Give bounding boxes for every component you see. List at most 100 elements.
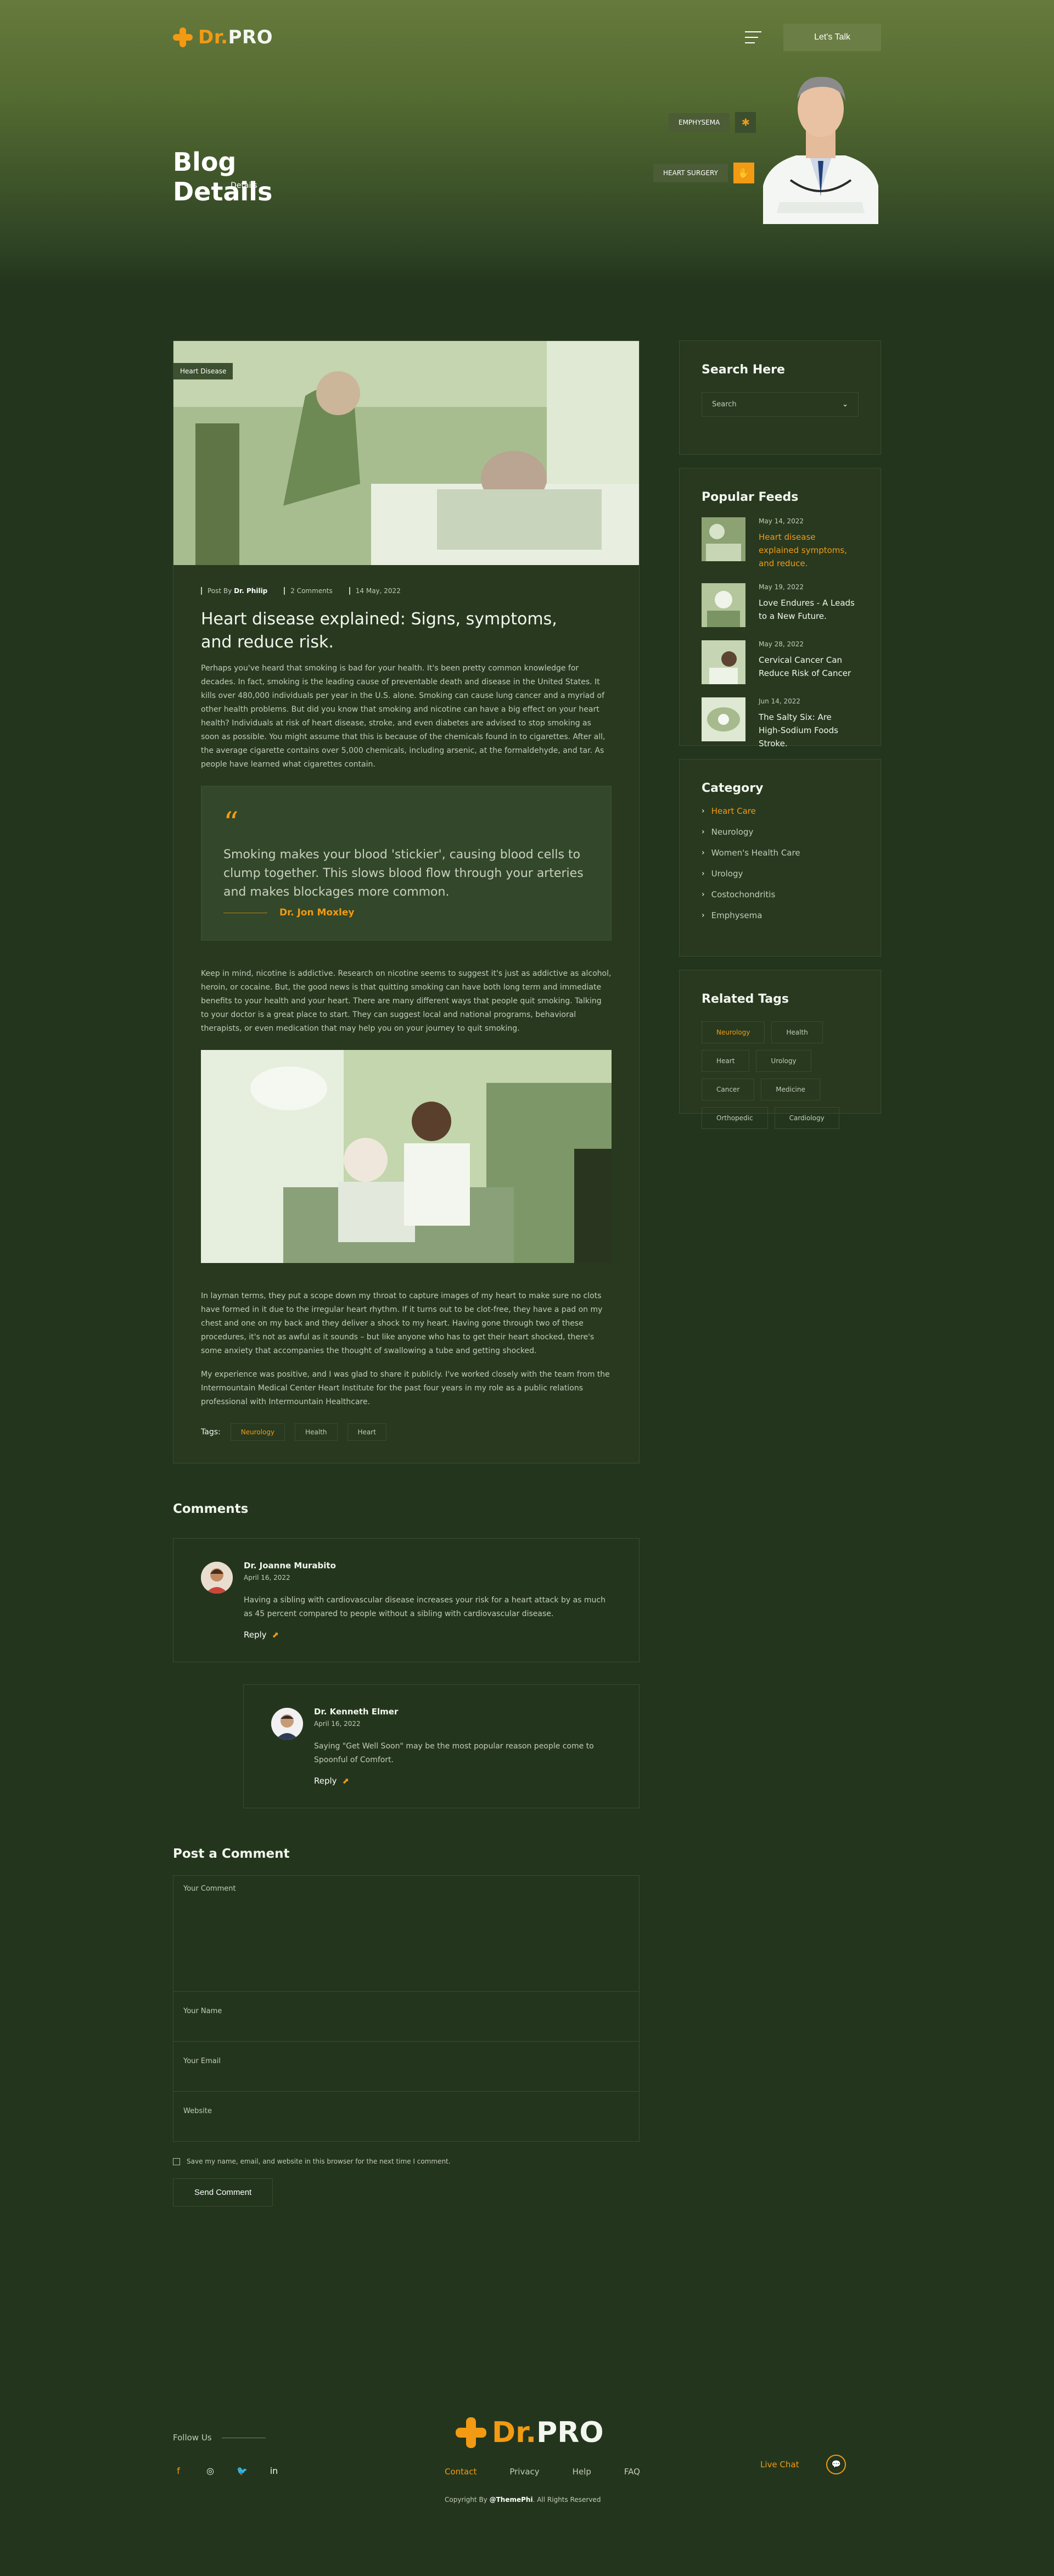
reply-button[interactable]: Reply ⬈ [244, 1630, 612, 1640]
copyright: Copyright By @ThemePhi. All Rights Reser… [445, 2496, 601, 2504]
category-item[interactable]: › Emphysema [702, 910, 859, 920]
search-title: Search Here [702, 363, 785, 377]
related-tags-title: Related Tags [702, 992, 789, 1006]
lets-talk-button[interactable]: Let's Talk [783, 24, 881, 51]
footer-link-help[interactable]: Help [573, 2467, 608, 2477]
tag-chip[interactable]: Orthopedic [702, 1107, 768, 1129]
category-item[interactable]: › Heart Care [702, 806, 859, 816]
save-info-row: Save my name, email, and website in this… [173, 2158, 640, 2165]
post-date: 14 May, 2022 [349, 587, 401, 595]
comment-date: April 16, 2022 [314, 1720, 361, 1728]
nurse-patient-image [173, 341, 639, 565]
quote-text: Smoking makes your blood 'stickier', cau… [223, 848, 584, 899]
twitter-icon[interactable]: 🐦 [237, 2466, 248, 2476]
post-featured-image: Heart Disease [173, 341, 639, 565]
hand-icon: ✋ [733, 163, 754, 183]
site-logo[interactable]: Dr.PRO [173, 26, 273, 48]
feed-item[interactable]: May 19, 2022 Love Endures - A Leads to a … [702, 583, 859, 627]
reply-arrow-icon: ⬈ [342, 1776, 350, 1786]
website-input[interactable]: Website [173, 2091, 640, 2142]
tag-chip[interactable]: Cancer [702, 1079, 755, 1100]
comment-text: Having a sibling with cardiovascular dis… [244, 1596, 606, 1618]
popular-feeds-title: Popular Feeds [702, 490, 799, 504]
heart-surgery-badge: HEART SURGERY ✋ [653, 163, 754, 183]
feed-item[interactable]: May 14, 2022 Heart disease explained symp… [702, 517, 859, 570]
tag-cloud: Neurology Health Heart Urology Cancer Me… [702, 1021, 859, 1129]
feed-title: The Salty Six: Are High-Sodium Foods Str… [759, 712, 838, 748]
follow-us-label: Follow Us [173, 2433, 266, 2443]
comment-textarea[interactable]: Your Comment [173, 1875, 640, 1992]
footer-links: Contact Privacy Help FAQ [445, 2467, 657, 2477]
chevron-right-icon: › [702, 807, 705, 815]
post-inline-image [201, 1050, 612, 1263]
post-paragraph: Perhaps you've heard that smoking is bad… [201, 664, 606, 769]
main-content: Heart Disease Post By Dr. Philip 2 Comme… [173, 340, 640, 2206]
footer-link-contact[interactable]: Contact [445, 2467, 493, 2477]
tag-chip[interactable]: Heart [347, 1423, 386, 1441]
post-category-tag[interactable]: Heart Disease [173, 363, 233, 379]
save-info-label: Save my name, email, and website in this… [187, 2158, 451, 2165]
footer-link-privacy[interactable]: Privacy [509, 2467, 556, 2477]
related-tags-widget: Related Tags Neurology Health Heart Urol… [679, 970, 881, 1129]
search-input[interactable]: Search ⌄ [702, 392, 859, 417]
comments-title: Comments [173, 1502, 249, 1516]
send-comment-button[interactable]: Send Comment [173, 2178, 273, 2206]
feed-thumbnail [702, 697, 745, 741]
chevron-down-icon: ⌄ [842, 400, 848, 409]
chevron-right-icon: › [702, 890, 705, 899]
tag-chip[interactable]: Heart [702, 1050, 750, 1072]
footer-logo[interactable]: Dr.PRO [456, 2416, 604, 2449]
post-meta: Post By Dr. Philip 2 Comments 14 May, 20… [201, 587, 612, 595]
post-paragraph: My experience was positive, and I was gl… [201, 1370, 610, 1406]
live-chat-button[interactable]: Live Chat 💬 [760, 2455, 846, 2474]
tag-chip[interactable]: Health [771, 1021, 823, 1043]
menu-icon[interactable] [745, 31, 762, 43]
tag-chip[interactable]: Neurology [702, 1021, 765, 1043]
tag-chip[interactable]: Neurology [230, 1423, 285, 1441]
social-links: f ◎ 🐦 in [173, 2466, 279, 2476]
category-item[interactable]: › Women's Health Care [702, 848, 859, 858]
avatar [201, 1562, 233, 1594]
reply-button[interactable]: Reply ⬈ [314, 1776, 612, 1786]
nav-actions: Let's Talk [745, 24, 881, 51]
category-widget: Category › Heart Care › Neurology › Women's… [679, 759, 881, 957]
doctor-portrait [763, 76, 878, 224]
breadcrumb: Details [231, 181, 257, 190]
name-input[interactable]: Your Name [173, 1991, 640, 2042]
search-widget: Search Here Search ⌄ [679, 340, 881, 455]
category-item[interactable]: › Urology [702, 869, 859, 879]
chevron-right-icon: › [702, 911, 705, 920]
page-title: Blog Details [173, 147, 273, 206]
tag-chip[interactable]: Cardiology [774, 1107, 839, 1129]
blog-post: Heart Disease Post By Dr. Philip 2 Comme… [173, 340, 640, 1463]
save-info-checkbox[interactable] [173, 2158, 180, 2165]
feed-item[interactable]: May 28, 2022 Cervical Cancer Can Reduce R… [702, 640, 859, 684]
quote-icon: “ [223, 806, 239, 840]
site-footer: Follow Us f ◎ 🐦 in Dr.PRO Contact Privac… [0, 2339, 1054, 2576]
tag-chip[interactable]: Urology [756, 1050, 811, 1072]
comment: Dr. Joanne Murabito April 16, 2022 Havin… [173, 1538, 640, 1662]
email-input[interactable]: Your Email [173, 2041, 640, 2092]
feed-title: Heart disease explained symptoms, and re… [759, 532, 847, 568]
category-item[interactable]: › Costochondritis [702, 890, 859, 899]
feed-item[interactable]: Jun 14, 2022 The Salty Six: Are High-Sodi… [702, 697, 859, 750]
reply-arrow-icon: ⬈ [272, 1630, 279, 1640]
tag-chip[interactable]: Medicine [761, 1079, 820, 1100]
post-paragraph: Keep in mind, nicotine is addictive. Res… [201, 969, 612, 1033]
popular-feeds-widget: Popular Feeds May 14, 2022 Heart disease … [679, 468, 881, 748]
category-item[interactable]: › Neurology [702, 827, 859, 837]
medical-cross-icon [173, 27, 193, 47]
comments-section: Comments Dr. Joanne Murabito April 16, 2… [173, 1502, 640, 1808]
post-body: Post By Dr. Philip 2 Comments 14 May, 20… [173, 565, 639, 1463]
linkedin-icon[interactable]: in [268, 2466, 279, 2476]
post-tags: Tags: Neurology Health Heart [201, 1423, 612, 1441]
tag-chip[interactable]: Health [295, 1423, 338, 1441]
comment-date: April 16, 2022 [244, 1574, 290, 1582]
post-comment-count[interactable]: 2 Comments [284, 587, 333, 595]
facebook-icon[interactable]: f [173, 2466, 184, 2476]
comment-form: Post a Comment Your Comment Your Name Yo… [173, 1847, 640, 2206]
footer-link-faq[interactable]: FAQ [624, 2467, 657, 2477]
post-title: Heart disease explained: Signs, symptoms… [201, 610, 557, 652]
top-navigation: Dr.PRO Let's Talk [173, 21, 881, 54]
instagram-icon[interactable]: ◎ [205, 2466, 216, 2476]
